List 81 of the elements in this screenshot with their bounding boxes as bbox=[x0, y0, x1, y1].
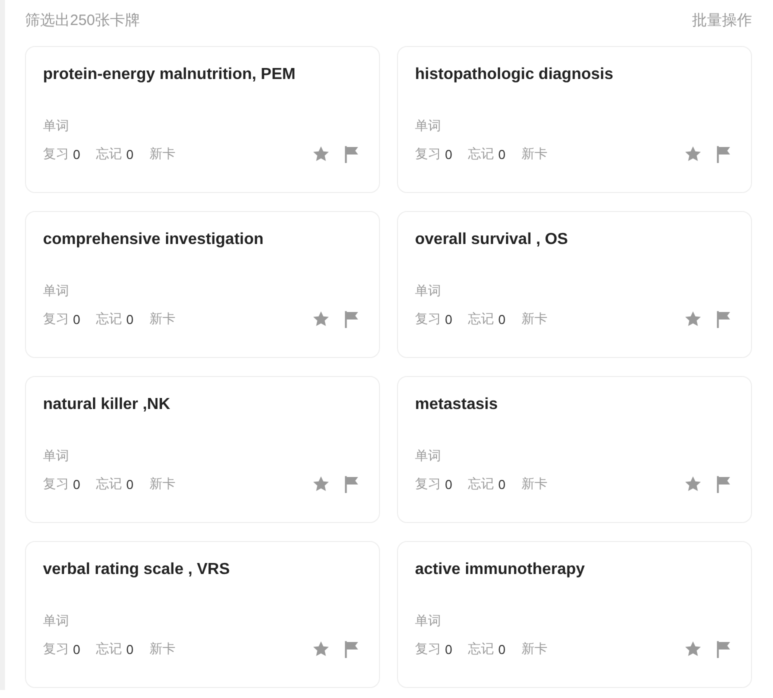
forget-count: 0 bbox=[126, 476, 134, 492]
flag-icon[interactable] bbox=[344, 146, 359, 162]
review-label: 复习 bbox=[43, 145, 69, 163]
flag-icon[interactable] bbox=[344, 476, 359, 492]
forget-count: 0 bbox=[126, 312, 134, 326]
forget-label: 忘记 bbox=[96, 145, 122, 163]
forget-count: 0 bbox=[126, 146, 134, 162]
forget-label: 忘记 bbox=[96, 640, 122, 658]
word-card[interactable]: verbal rating scale , VRS 单词 复习 0 忘记 0 新卡 bbox=[25, 541, 380, 688]
review-label: 复习 bbox=[415, 145, 441, 163]
forget-label: 忘记 bbox=[468, 145, 494, 163]
review-count: 0 bbox=[73, 146, 80, 162]
card-status: 新卡 bbox=[149, 310, 176, 328]
word-card[interactable]: overall survival , OS 单词 复习 0 忘记 0 新卡 bbox=[397, 211, 752, 358]
flag-icon[interactable] bbox=[716, 476, 731, 492]
flag-icon[interactable] bbox=[716, 146, 731, 162]
card-type-label: 单词 bbox=[415, 282, 442, 300]
forget-label: 忘记 bbox=[468, 475, 494, 493]
forget-label: 忘记 bbox=[96, 475, 122, 493]
card-type-label: 单词 bbox=[43, 612, 70, 630]
term-title: histopathologic diagnosis bbox=[415, 66, 614, 85]
review-count: 0 bbox=[445, 146, 452, 162]
term-title: natural killer ,NK bbox=[43, 396, 172, 415]
card-status: 新卡 bbox=[521, 475, 548, 493]
word-card[interactable]: natural killer ,NK 单词 复习 0 忘记 0 新卡 bbox=[25, 376, 380, 523]
card-type-label: 单词 bbox=[43, 282, 70, 300]
forget-label: 忘记 bbox=[468, 310, 494, 328]
forget-label: 忘记 bbox=[468, 640, 494, 658]
term-title: verbal rating scale , VRS bbox=[43, 561, 231, 580]
term-title: overall survival , OS bbox=[415, 231, 569, 250]
term-title: comprehensive investigation bbox=[43, 231, 265, 250]
review-count: 0 bbox=[73, 642, 80, 656]
star-icon[interactable] bbox=[684, 145, 702, 163]
review-label: 复习 bbox=[415, 475, 441, 493]
card-status: 新卡 bbox=[149, 145, 176, 163]
card-status: 新卡 bbox=[521, 145, 548, 163]
card-type-label: 单词 bbox=[43, 447, 70, 465]
flag-icon[interactable] bbox=[716, 310, 731, 328]
card-status: 新卡 bbox=[149, 475, 176, 493]
review-label: 复习 bbox=[415, 640, 441, 658]
star-icon[interactable] bbox=[312, 640, 330, 658]
review-label: 复习 bbox=[43, 640, 69, 658]
card-type-label: 单词 bbox=[43, 117, 70, 135]
review-label: 复习 bbox=[43, 310, 69, 328]
word-card[interactable]: active immunotherapy 单词 复习 0 忘记 0 新卡 bbox=[397, 541, 752, 688]
review-count: 0 bbox=[445, 642, 452, 656]
star-icon[interactable] bbox=[684, 310, 702, 328]
flag-icon[interactable] bbox=[716, 640, 731, 658]
review-count: 0 bbox=[445, 312, 452, 326]
flag-icon[interactable] bbox=[344, 310, 359, 328]
review-count: 0 bbox=[73, 476, 80, 492]
word-card[interactable]: comprehensive investigation 单词 复习 0 忘记 0 新卡 bbox=[25, 211, 380, 358]
card-count-text: 筛选出250张卡牌 bbox=[25, 10, 140, 30]
card-type-label: 单词 bbox=[415, 447, 442, 465]
word-card[interactable]: metastasis 单词 复习 0 忘记 0 新卡 bbox=[397, 376, 752, 523]
forget-count: 0 bbox=[498, 146, 506, 162]
word-card[interactable]: protein-energy malnutrition, PEM 单词 复习 0 忘记 0 新卡 bbox=[25, 46, 380, 193]
forget-count: 0 bbox=[498, 642, 506, 656]
word-card[interactable]: histopathologic diagnosis 单词 复习 0 忘记 0 新卡 bbox=[397, 46, 752, 193]
card-type-label: 单词 bbox=[415, 612, 442, 630]
star-icon[interactable] bbox=[684, 640, 702, 658]
flag-icon[interactable] bbox=[344, 640, 359, 658]
card-status: 新卡 bbox=[521, 310, 548, 328]
star-icon[interactable] bbox=[312, 475, 330, 493]
review-count: 0 bbox=[445, 476, 452, 492]
star-icon[interactable] bbox=[684, 475, 702, 493]
term-title: active immunotherapy bbox=[415, 561, 586, 580]
term-title: metastasis bbox=[415, 396, 499, 415]
card-status: 新卡 bbox=[149, 640, 176, 658]
term-title: protein-energy malnutrition, PEM bbox=[43, 66, 296, 85]
review-label: 复习 bbox=[43, 475, 69, 493]
star-icon[interactable] bbox=[312, 145, 330, 163]
review-label: 复习 bbox=[415, 310, 441, 328]
forget-count: 0 bbox=[498, 476, 506, 492]
review-count: 0 bbox=[73, 312, 80, 326]
card-status: 新卡 bbox=[521, 640, 548, 658]
forget-label: 忘记 bbox=[96, 310, 122, 328]
card-type-label: 单词 bbox=[415, 117, 442, 135]
forget-count: 0 bbox=[126, 642, 134, 656]
forget-count: 0 bbox=[498, 312, 506, 326]
star-icon[interactable] bbox=[312, 310, 330, 328]
